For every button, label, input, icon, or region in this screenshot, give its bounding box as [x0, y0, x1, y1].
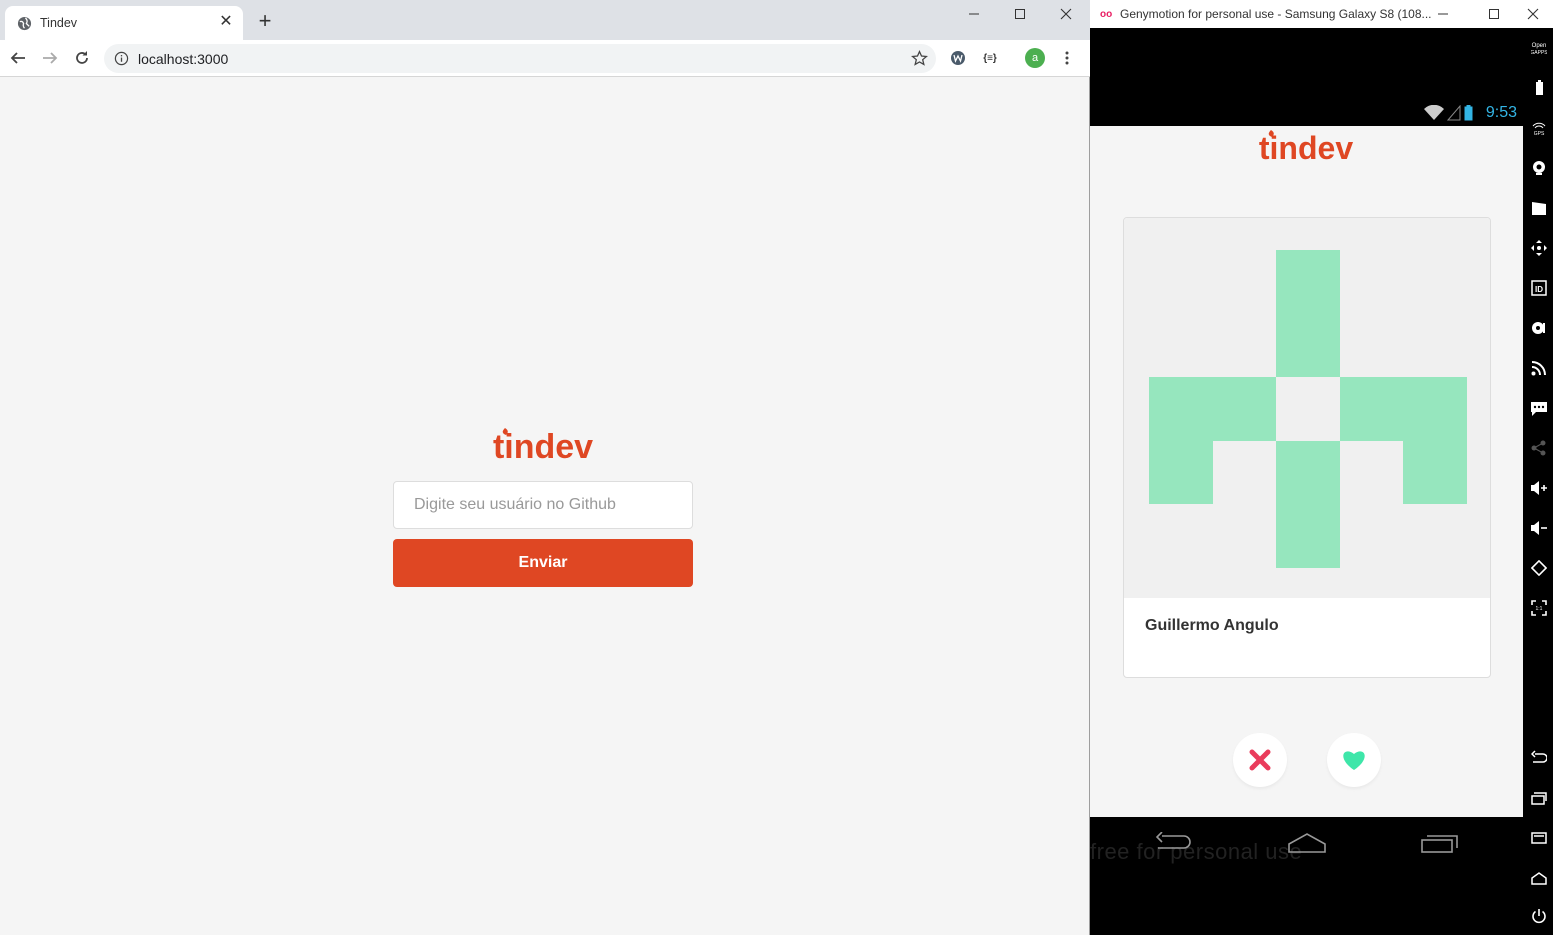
battery-icon [1464, 105, 1473, 121]
rotate-icon[interactable] [1531, 560, 1547, 576]
tindev-logo: tindev [1259, 130, 1353, 164]
maximize-icon [1015, 9, 1025, 19]
minimize-icon [969, 13, 979, 15]
recent-apps-icon[interactable] [1421, 832, 1459, 854]
star-icon[interactable] [911, 50, 928, 67]
menu-button[interactable] [1056, 47, 1078, 69]
profile-name: Guillermo Angulo [1145, 617, 1279, 634]
sms-icon[interactable] [1531, 400, 1547, 416]
emulator-maximize-button[interactable] [1471, 0, 1517, 28]
android-recent-icon[interactable] [1531, 790, 1547, 806]
dev-profile-card: Guillermo Angulo [1123, 217, 1491, 678]
extension-button[interactable] [947, 47, 969, 69]
dislike-button[interactable] [1233, 733, 1287, 787]
json-viewer-extension[interactable]: {≡} [979, 47, 1001, 69]
home-icon[interactable] [1287, 832, 1327, 854]
svg-text:ID: ID [1535, 285, 1543, 294]
rss-network-icon[interactable] [1531, 360, 1547, 376]
reload-button[interactable] [70, 46, 94, 70]
avatar: a [1025, 48, 1045, 68]
emulator-sidebar: Open GAPPS GPS ID 1:1 [1523, 28, 1553, 935]
emulator-minimize-button[interactable] [1420, 0, 1466, 28]
android-home-icon[interactable] [1531, 870, 1547, 886]
emulator-close-button[interactable] [1513, 0, 1553, 28]
close-icon [1527, 8, 1539, 20]
battery-control-icon[interactable] [1531, 80, 1547, 96]
signal-icon [1447, 105, 1461, 121]
reload-icon [76, 51, 88, 64]
tab-strip: Tindev ✕ + [0, 0, 1090, 40]
device-id-icon[interactable]: ID [1531, 280, 1547, 296]
maximize-icon [1489, 9, 1499, 19]
browser-window: Tindev ✕ + localhost:3000 {≡} a tindev D… [0, 0, 1090, 935]
profile-avatar [1124, 218, 1490, 598]
arrow-left-icon [10, 52, 25, 64]
genymotion-logo: oo [1100, 9, 1113, 20]
browser-tab[interactable]: Tindev ✕ [5, 6, 243, 40]
like-button[interactable] [1327, 733, 1381, 787]
back-icon[interactable] [1154, 832, 1192, 852]
webcam-icon[interactable] [1531, 160, 1547, 176]
info-icon[interactable] [114, 51, 129, 66]
forward-button[interactable] [38, 46, 62, 70]
submit-button[interactable]: Enviar [393, 539, 693, 587]
emulator-title: Genymotion for personal use - Samsung Ga… [1120, 7, 1432, 21]
svg-text:Open: Open [1532, 43, 1547, 49]
login-form: tindev Enviar [393, 425, 693, 587]
volume-up-icon[interactable] [1531, 480, 1547, 496]
wifi-icon [1424, 105, 1444, 120]
close-window-button[interactable] [1043, 0, 1089, 28]
address-bar[interactable]: localhost:3000 [104, 44, 936, 73]
android-screen: tindev Guillermo Angulo [1090, 126, 1523, 817]
minimize-icon [1438, 13, 1448, 15]
close-icon [1249, 749, 1271, 771]
wappalyzer-icon [951, 51, 965, 65]
identicon-image [1149, 250, 1467, 568]
maximize-window-button[interactable] [997, 0, 1043, 28]
browser-toolbar: localhost:3000 {≡} a [0, 40, 1090, 77]
android-back-icon[interactable] [1531, 750, 1547, 766]
power-icon[interactable] [1531, 908, 1547, 924]
url-text: localhost:3000 [138, 51, 229, 67]
android-menu-icon[interactable] [1531, 830, 1547, 846]
move-icon[interactable] [1531, 240, 1547, 256]
pixel-perfect-icon[interactable]: 1:1 [1531, 600, 1547, 616]
close-tab-icon[interactable]: ✕ [217, 13, 235, 31]
profile-button[interactable]: a [1024, 47, 1046, 69]
svg-text:GAPPS: GAPPS [1531, 50, 1547, 56]
android-status-bar: 9:53 [1090, 100, 1523, 126]
media-icon[interactable] [1531, 320, 1547, 336]
opengapps-icon[interactable]: OpenGAPPS [1531, 40, 1547, 56]
heart-icon [1343, 751, 1365, 770]
new-tab-button[interactable]: + [254, 10, 276, 32]
tindev-logo: tindev [493, 428, 593, 465]
volume-down-icon[interactable] [1531, 520, 1547, 536]
arrow-right-icon [43, 52, 58, 64]
svg-text:GPS: GPS [1534, 131, 1545, 136]
emulator-window: oo Genymotion for personal use - Samsung… [1090, 0, 1553, 935]
emulator-titlebar: oo Genymotion for personal use - Samsung… [1090, 0, 1553, 28]
close-icon [1060, 8, 1072, 20]
gps-icon[interactable]: GPS [1531, 120, 1547, 136]
tab-title: Tindev [40, 16, 78, 30]
watermark-text: free for personal use [1090, 839, 1303, 864]
svg-text:1:1: 1:1 [1536, 606, 1543, 612]
share-icon[interactable] [1531, 440, 1547, 456]
back-button[interactable] [6, 46, 30, 70]
status-clock: 9:53 [1485, 104, 1517, 121]
more-vertical-icon [1065, 51, 1069, 65]
status-icons [1424, 105, 1473, 121]
android-navigation-bar: free for personal use [1090, 817, 1523, 935]
minimize-window-button[interactable] [951, 0, 997, 28]
globe-icon [17, 16, 32, 31]
logo-text: tindev [493, 428, 593, 465]
github-username-input[interactable] [393, 481, 693, 529]
screencast-icon[interactable] [1531, 200, 1547, 216]
